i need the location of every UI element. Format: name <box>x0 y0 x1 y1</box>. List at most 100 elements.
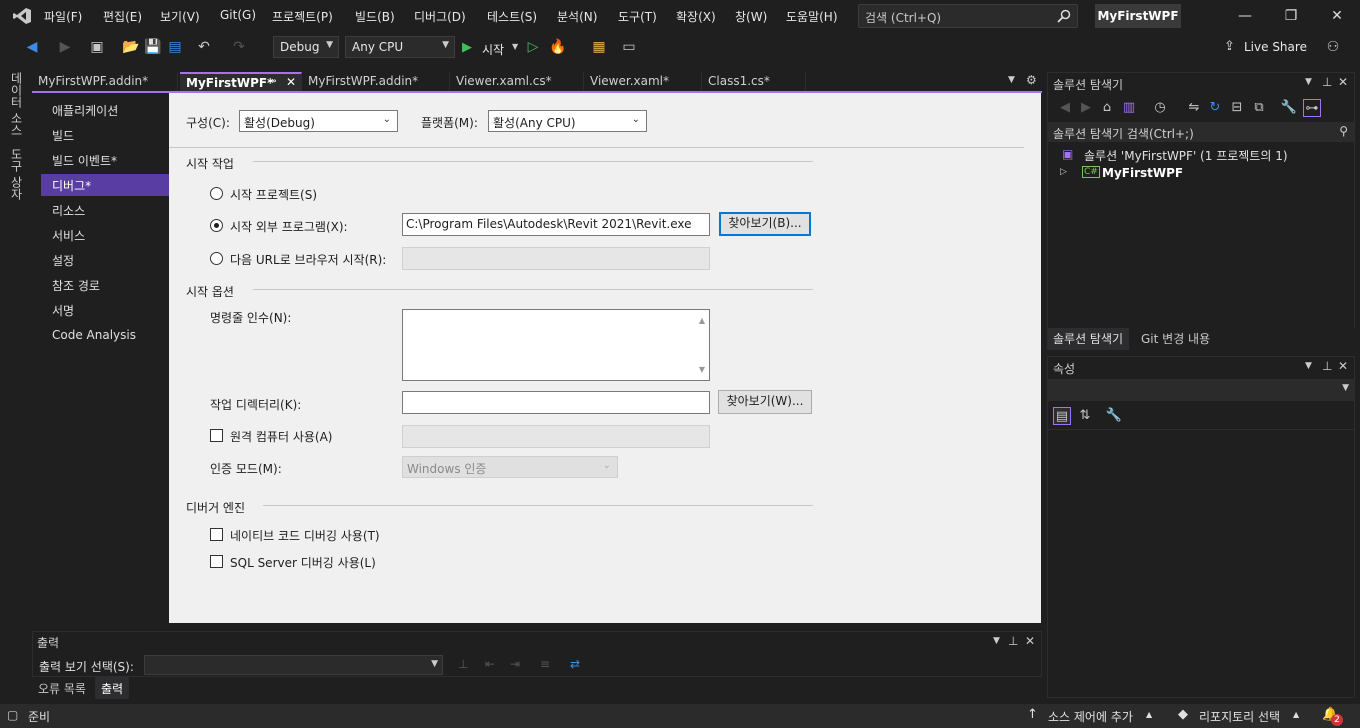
back-icon[interactable]: ◀ <box>23 38 41 56</box>
find-message-icon[interactable]: ⊥ <box>458 657 468 671</box>
object-selector-dropdown[interactable]: ▼ <box>1048 379 1354 401</box>
categorized-icon[interactable]: ▤ <box>1053 407 1071 425</box>
prev-message-icon[interactable]: ⇤ <box>485 657 495 671</box>
pin-icon[interactable]: ⊸ <box>268 76 276 87</box>
nav-debug[interactable]: 디버그* <box>41 174 169 196</box>
close-icon[interactable]: ✕ <box>1338 359 1348 373</box>
solution-platform-dropdown[interactable]: Any CPU ▼ <box>345 36 455 58</box>
menu-build[interactable]: 빌드(B) <box>355 8 395 25</box>
switch-views-icon[interactable]: ▥ <box>1120 99 1138 117</box>
remote-machine-input[interactable] <box>402 425 710 448</box>
scroll-down-icon[interactable]: ▼ <box>699 365 705 374</box>
undo-icon[interactable]: ↶ <box>195 38 213 56</box>
toolbox-tab[interactable]: 도구 상자 <box>8 148 25 200</box>
collapse-all-icon[interactable]: ⊟ <box>1228 99 1246 117</box>
nav-code-analysis[interactable]: Code Analysis <box>41 325 169 347</box>
nav-application[interactable]: 애플리케이션 <box>41 99 169 121</box>
tab-class1-cs[interactable]: Class1.cs* <box>702 72 806 92</box>
clear-all-icon[interactable]: ≡ <box>540 657 550 671</box>
configuration-combo[interactable]: 활성(Debug) ⌄ <box>239 110 398 132</box>
search-input[interactable]: 검색 (Ctrl+Q) <box>858 4 1078 28</box>
menu-project[interactable]: 프로젝트(P) <box>272 8 333 25</box>
platform-combo[interactable]: 활성(Any CPU) ⌄ <box>488 110 647 132</box>
solution-node[interactable]: 솔루션 'MyFirstWPF' (1 프로젝트의 1) <box>1084 147 1288 164</box>
tab-output[interactable]: 출력 <box>95 677 130 699</box>
refresh-icon[interactable]: ↻ <box>1206 99 1224 117</box>
folder-view-icon[interactable]: ▦ <box>590 38 608 56</box>
minimize-button[interactable]: — <box>1235 6 1255 26</box>
close-window-button[interactable]: ✕ <box>1327 6 1347 26</box>
data-sources-tab[interactable]: 데이터 소스 <box>8 72 25 136</box>
back-icon[interactable]: ◀ <box>1056 99 1074 117</box>
chevron-down-icon[interactable]: ▼ <box>1305 77 1312 87</box>
start-project-radio[interactable] <box>210 187 223 200</box>
restore-button[interactable]: ❐ <box>1281 6 1301 26</box>
save-icon[interactable]: 💾 <box>144 38 162 56</box>
native-debug-checkbox[interactable] <box>210 528 223 541</box>
forward-icon[interactable]: ▶ <box>1077 99 1095 117</box>
settings-icon[interactable]: ⚙ <box>1026 73 1037 87</box>
sync-icon[interactable]: ⇋ <box>1185 99 1203 117</box>
external-program-path-input[interactable]: C:\Program Files\Autodesk\Revit 2021\Rev… <box>402 213 710 236</box>
menu-view[interactable]: 보기(V) <box>160 8 200 25</box>
property-pages-icon[interactable]: 🔧 <box>1105 407 1123 425</box>
nav-settings[interactable]: 설정 <box>41 249 169 271</box>
menu-extensions[interactable]: 확장(X) <box>676 8 716 25</box>
auth-mode-combo[interactable]: Windows 인증 ⌄ <box>402 456 618 478</box>
menu-test[interactable]: 테스트(S) <box>487 8 537 25</box>
nav-signing[interactable]: 서명 <box>41 299 169 321</box>
pin-icon[interactable]: ⊥ <box>1322 75 1332 89</box>
tab-git-changes[interactable]: Git 변경 내용 <box>1141 330 1210 347</box>
tab-viewer-xaml-cs[interactable]: Viewer.xaml.cs* <box>450 72 584 92</box>
expand-arrow-icon[interactable]: ▷ <box>1060 167 1067 177</box>
live-share-button[interactable]: ⇪ Live Share <box>1224 39 1314 57</box>
chevron-down-icon[interactable]: ▼ <box>993 636 1000 646</box>
select-repository-button[interactable]: 리포지토리 선택 <box>1199 708 1280 725</box>
start-without-debugging-icon[interactable]: ▷ <box>524 38 542 56</box>
scroll-up-icon[interactable]: ▲ <box>699 316 705 325</box>
tab-solution-explorer[interactable]: 솔루션 탐색기 <box>1047 328 1130 350</box>
output-source-dropdown[interactable]: ▼ <box>144 655 443 675</box>
tab-list-dropdown-icon[interactable]: ▼ <box>1008 75 1015 85</box>
home-icon[interactable]: ⌂ <box>1098 99 1116 117</box>
new-project-icon[interactable]: ▣ <box>88 38 106 56</box>
hot-reload-icon[interactable]: 🔥 <box>549 38 567 56</box>
working-directory-input[interactable] <box>402 391 710 414</box>
pin-icon[interactable]: ⊥ <box>1008 634 1018 648</box>
save-all-icon[interactable]: ▤ <box>166 38 184 56</box>
close-icon[interactable]: ✕ <box>1025 634 1035 648</box>
nav-build-events[interactable]: 빌드 이벤트* <box>41 149 169 171</box>
sql-debug-checkbox[interactable] <box>210 555 223 568</box>
open-folder-icon[interactable]: 📂 <box>122 38 140 56</box>
menu-tools[interactable]: 도구(T) <box>618 8 657 25</box>
tab-addin-1[interactable]: MyFirstWPF.addin* <box>32 72 178 92</box>
pin-icon[interactable]: ⊥ <box>1322 359 1332 373</box>
word-wrap-icon[interactable]: ⇄ <box>570 657 580 671</box>
solution-configuration-dropdown[interactable]: Debug ▼ <box>273 36 339 58</box>
pending-changes-icon[interactable]: ◷ <box>1151 99 1169 117</box>
properties-icon[interactable]: 🔧 <box>1280 99 1298 117</box>
browser-url-input[interactable] <box>402 247 710 270</box>
tab-viewer-xaml[interactable]: Viewer.xaml* <box>584 72 702 92</box>
close-icon[interactable]: ✕ <box>1338 75 1348 89</box>
nav-build[interactable]: 빌드 <box>41 124 169 146</box>
browse-workdir-button[interactable]: 찾아보기(W)... <box>718 390 812 414</box>
next-message-icon[interactable]: ⇥ <box>510 657 520 671</box>
tab-project-properties[interactable]: MyFirstWPF* ⊸ ✕ <box>180 72 302 92</box>
tab-addin-2[interactable]: MyFirstWPF.addin* <box>302 72 450 92</box>
menu-debug[interactable]: 디버그(D) <box>414 8 466 25</box>
window-layout-icon[interactable]: ▭ <box>620 38 638 56</box>
start-debug-button[interactable]: ▶ 시작 ▼ <box>462 40 532 58</box>
menu-git[interactable]: Git(G) <box>220 8 256 22</box>
nav-resources[interactable]: 리소스 <box>41 199 169 221</box>
solution-search-input[interactable]: 솔루션 탐색기 검색(Ctrl+;) ⚲ <box>1048 122 1354 142</box>
project-node[interactable]: MyFirstWPF <box>1102 166 1183 180</box>
forward-icon[interactable]: ▶ <box>56 38 74 56</box>
account-icon[interactable]: ⚇ <box>1324 38 1342 56</box>
nav-reference-paths[interactable]: 참조 경로 <box>41 274 169 296</box>
menu-file[interactable]: 파일(F) <box>44 8 82 25</box>
menu-analyze[interactable]: 분석(N) <box>557 8 597 25</box>
preview-icon[interactable]: ⊶ <box>1303 99 1321 117</box>
menu-help[interactable]: 도움말(H) <box>786 8 838 25</box>
chevron-down-icon[interactable]: ▼ <box>1305 361 1312 371</box>
